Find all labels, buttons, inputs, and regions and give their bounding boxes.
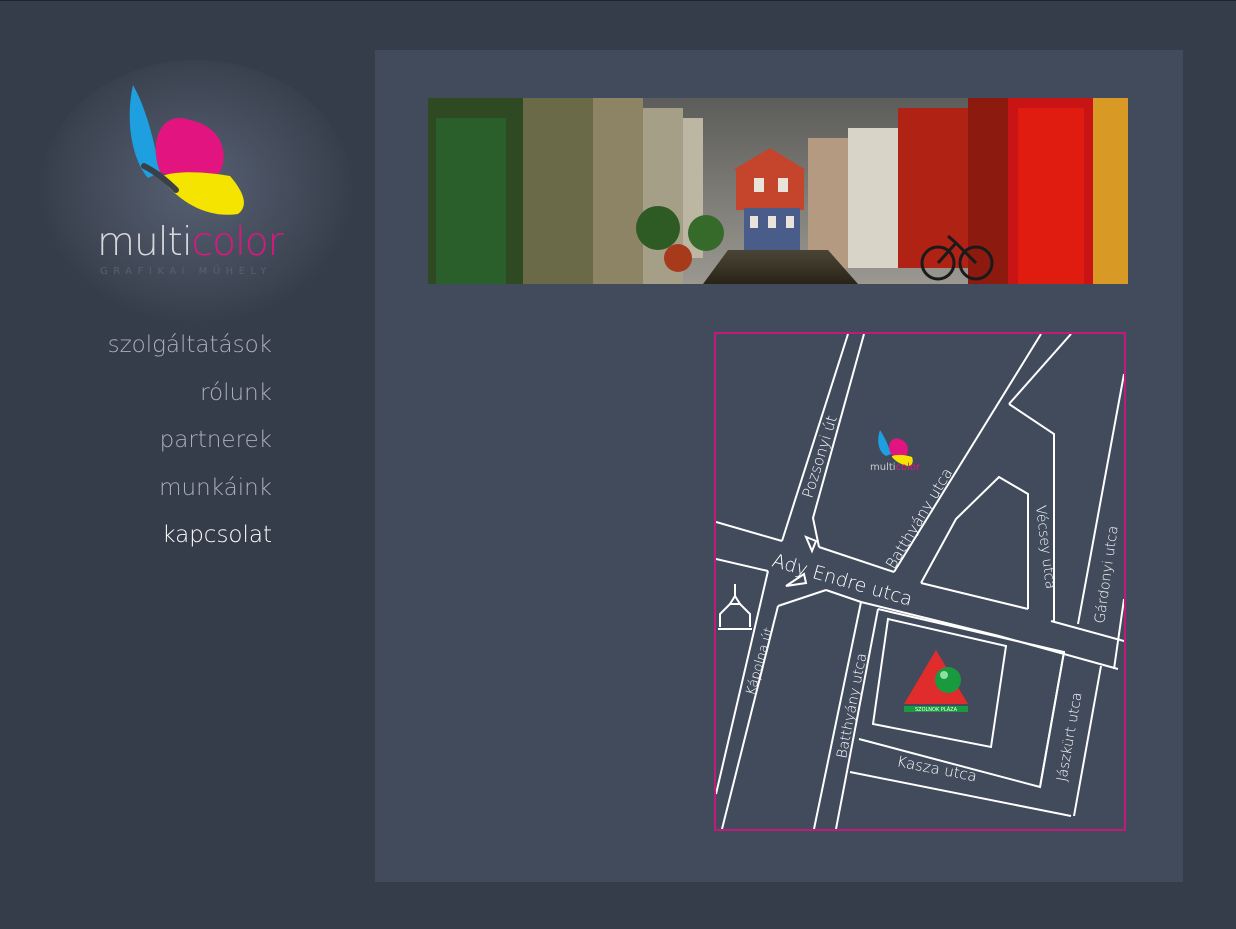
location-map[interactable]: Pozsonyi út Batthyány utca Vécsey utca G… bbox=[714, 332, 1126, 831]
street-jaszkurt: Jászkürt utca bbox=[1054, 691, 1085, 783]
main-nav: szolgáltatások rólunk partnerek munkáink… bbox=[40, 322, 272, 560]
content-panel: Pozsonyi út Batthyány utca Vécsey utca G… bbox=[375, 50, 1183, 882]
street-kapolna: Kápolna út bbox=[743, 626, 777, 697]
logo-subtitle: GRAFIKAI MŰHELY bbox=[100, 266, 272, 277]
nav-item-kapcsolat[interactable]: kapcsolat bbox=[40, 512, 272, 560]
nav-item-rolunk[interactable]: rólunk bbox=[40, 370, 272, 418]
street-map: Pozsonyi út Batthyány utca Vécsey utca G… bbox=[716, 334, 1124, 829]
banner-image bbox=[428, 98, 1128, 284]
butterfly-icon bbox=[129, 85, 244, 215]
plaza-label: SZOLNOK PLÁZA bbox=[915, 706, 958, 713]
street-batthyany-upper: Batthyány utca bbox=[882, 465, 956, 572]
street-gardonyi: Gárdonyi utca bbox=[1092, 525, 1122, 625]
multicolor-location-marker[interactable]: multicolor bbox=[870, 430, 921, 473]
szolnok-plaza-marker[interactable]: SZOLNOK PLÁZA bbox=[904, 650, 968, 713]
site-logo[interactable]: multicolor GRAFIKAI MŰHELY bbox=[40, 60, 352, 322]
nav-item-munkaink[interactable]: munkáink bbox=[40, 465, 272, 513]
logo-wordmark: multicolor bbox=[97, 220, 284, 265]
nav-item-partnerek[interactable]: partnerek bbox=[40, 417, 272, 465]
map-marker-wordmark: multicolor bbox=[870, 462, 921, 473]
street-pozsonyi: Pozsonyi út bbox=[799, 413, 841, 500]
street-kasza: Kasza utca bbox=[895, 752, 978, 785]
nav-item-szolgaltatasok[interactable]: szolgáltatások bbox=[40, 322, 272, 370]
top-border bbox=[0, 0, 1236, 1]
